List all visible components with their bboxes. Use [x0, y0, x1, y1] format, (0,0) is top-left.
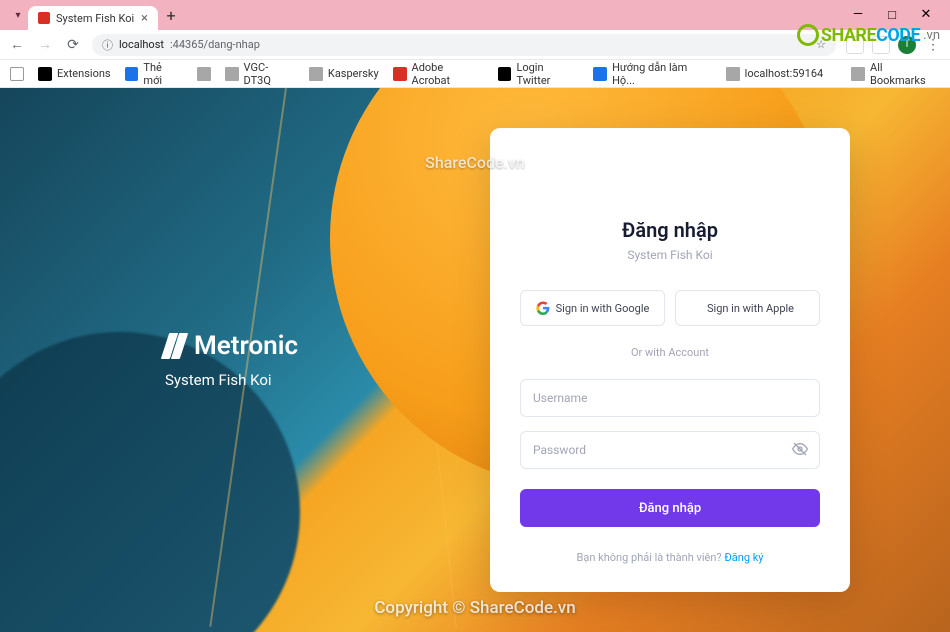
bookmark-vgc[interactable]: VGC-DT3Q — [225, 61, 295, 87]
favicon-icon — [38, 12, 50, 24]
close-tab-icon[interactable]: × — [141, 11, 148, 26]
signup-link[interactable]: Đăng ký — [724, 551, 763, 564]
brand-panel: Metronic System Fish Koi — [165, 331, 298, 389]
bookmark-kaspersky[interactable]: Kaspersky — [309, 67, 379, 81]
folder-icon — [726, 67, 740, 81]
reload-button[interactable]: ⟳ — [64, 37, 82, 53]
bookmark-localhost[interactable]: localhost:59164 — [726, 67, 824, 81]
globe-icon — [125, 67, 139, 81]
google-icon — [536, 301, 550, 315]
tab-search-icon[interactable]: ▾ — [8, 10, 28, 21]
url-host: localhost — [119, 38, 164, 51]
bookmark-adobe[interactable]: Adobe Acrobat — [393, 61, 484, 87]
titlebar: ▾ System Fish Koi × + — □ ✕ — [0, 0, 950, 30]
bookmark-star-icon[interactable]: ☆ — [816, 38, 826, 51]
new-tab-button[interactable]: + — [158, 2, 184, 28]
urlbar: ← → ⟳ ⓘ localhost :44365/dang-nhap ☆ T ⋮ — [0, 30, 950, 60]
password-input[interactable] — [520, 431, 820, 469]
login-card: Đăng nhập System Fish Koi Sign in with G… — [490, 128, 850, 592]
viewport: ShareCode.vn Metronic System Fish Koi Đă… — [0, 88, 950, 632]
bookmarks-bar: Extensions Thẻ mới VGC-DT3Q Kaspersky Ad… — [0, 60, 950, 88]
folder-icon — [851, 67, 865, 81]
metronic-logo-icon — [165, 333, 184, 359]
login-subtitle: System Fish Koi — [520, 248, 820, 262]
signin-apple-button[interactable]: Sign in with Apple — [675, 290, 820, 326]
minimize-button[interactable]: — — [848, 7, 868, 23]
or-divider: Or with Account — [520, 346, 820, 359]
folder-icon — [225, 67, 239, 81]
username-input[interactable] — [520, 379, 820, 417]
profile-avatar[interactable]: T — [898, 36, 916, 54]
folder-icon — [197, 67, 211, 81]
brand-name: Metronic — [194, 331, 298, 361]
signup-prompt: Bạn không phải là thành viên? Đăng ký — [520, 551, 820, 564]
maximize-button[interactable]: □ — [882, 7, 902, 23]
globe-icon — [593, 67, 607, 81]
bookmark-folder[interactable] — [197, 67, 211, 81]
browser-tab[interactable]: System Fish Koi × — [28, 6, 158, 30]
back-button[interactable]: ← — [8, 36, 26, 53]
extension-icon[interactable] — [846, 36, 864, 54]
x-icon — [498, 67, 512, 81]
submit-button[interactable]: Đăng nhập — [520, 489, 820, 527]
folder-icon — [309, 67, 323, 81]
extension-icon[interactable] — [872, 36, 890, 54]
menu-button[interactable]: ⋮ — [924, 37, 942, 53]
forward-button[interactable]: → — [36, 36, 54, 53]
signin-google-button[interactable]: Sign in with Google — [520, 290, 665, 326]
adobe-icon — [393, 67, 407, 81]
tab-title: System Fish Koi — [56, 12, 134, 25]
all-bookmarks[interactable]: All Bookmarks — [851, 61, 940, 87]
toggle-password-icon[interactable] — [792, 441, 808, 461]
bookmark-guide[interactable]: Hướng dẫn làm Hộ... — [593, 61, 711, 87]
login-title: Đăng nhập — [520, 218, 820, 242]
url-path: :44365/dang-nhap — [170, 38, 260, 51]
bookmark-twitter[interactable]: Login Twitter — [498, 61, 580, 87]
bookmark-extensions[interactable]: Extensions — [38, 67, 111, 81]
site-info-icon[interactable]: ⓘ — [102, 37, 113, 53]
brand-subtitle: System Fish Koi — [165, 371, 298, 389]
close-window-button[interactable]: ✕ — [916, 7, 936, 23]
puzzle-icon — [38, 67, 52, 81]
bookmark-newtab[interactable]: Thẻ mới — [125, 61, 183, 87]
address-bar[interactable]: ⓘ localhost :44365/dang-nhap ☆ — [92, 34, 836, 56]
bookmark-apps[interactable] — [10, 67, 24, 81]
apps-icon — [10, 67, 24, 81]
